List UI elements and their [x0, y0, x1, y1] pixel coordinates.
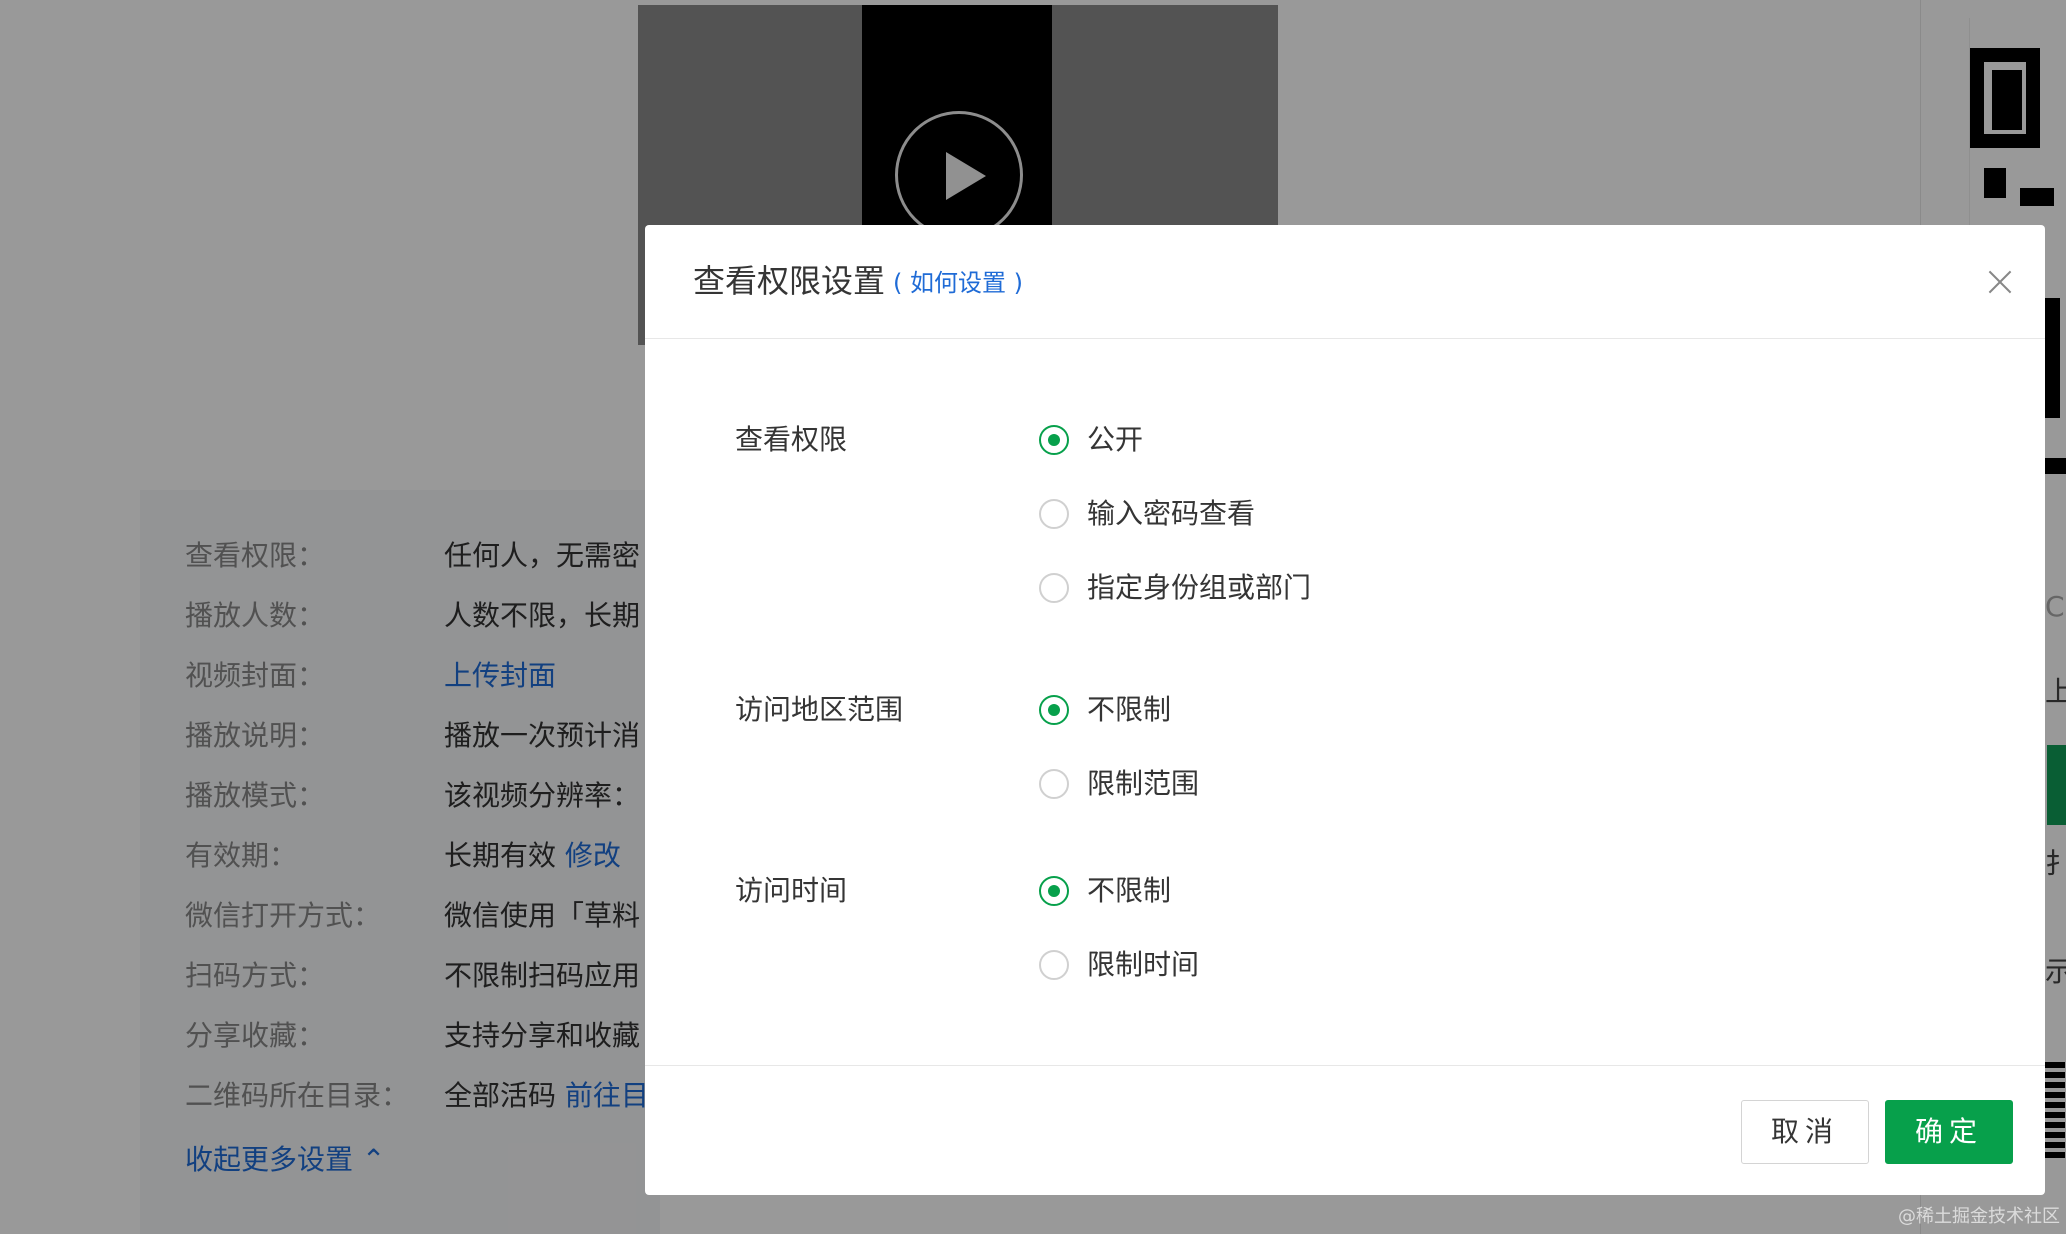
radio-label: 不限制 — [1087, 874, 1172, 907]
radio-region-limited[interactable]: 限制范围 — [1039, 766, 1199, 802]
radio-label: 指定身份组或部门 — [1087, 571, 1312, 604]
radio-label: 限制时间 — [1087, 948, 1200, 981]
dialog-title: 查看权限设置 — [693, 262, 886, 300]
permission-dialog: 查看权限设置 ( 如何设置 ) 查看权限 公开 输入密码查看 指定身份组或部门 … — [645, 225, 2045, 1195]
radio-icon[interactable] — [1039, 499, 1069, 529]
access-time-label: 访问时间 — [735, 874, 848, 907]
radio-region-unlimited[interactable]: 不限制 — [1039, 692, 1171, 728]
region-range-label: 访问地区范围 — [735, 693, 904, 726]
watermark: @稀土掘金技术社区 — [1898, 1206, 2060, 1227]
radio-icon[interactable] — [1039, 769, 1069, 799]
radio-icon[interactable] — [1039, 573, 1069, 603]
radio-icon[interactable] — [1039, 425, 1069, 455]
dialog-header: 查看权限设置 ( 如何设置 ) — [645, 225, 2045, 339]
radio-icon[interactable] — [1039, 876, 1069, 906]
dialog-footer: 取消 确定 — [645, 1065, 2045, 1195]
radio-label: 公开 — [1087, 423, 1144, 456]
radio-public[interactable]: 公开 — [1039, 422, 1143, 458]
cancel-button[interactable]: 取消 — [1741, 1100, 1869, 1164]
radio-label: 限制范围 — [1087, 767, 1200, 800]
view-permission-label: 查看权限 — [735, 423, 848, 456]
close-icon[interactable] — [1987, 269, 2013, 295]
radio-icon[interactable] — [1039, 695, 1069, 725]
radio-time-unlimited[interactable]: 不限制 — [1039, 873, 1171, 909]
radio-identity-group[interactable]: 指定身份组或部门 — [1039, 570, 1311, 606]
radio-time-limited[interactable]: 限制时间 — [1039, 947, 1199, 983]
radio-label: 不限制 — [1087, 693, 1172, 726]
radio-label: 输入密码查看 — [1087, 497, 1256, 530]
how-to-set-link[interactable]: ( 如何设置 ) — [893, 267, 1023, 299]
radio-password[interactable]: 输入密码查看 — [1039, 496, 1255, 532]
radio-icon[interactable] — [1039, 950, 1069, 980]
confirm-button[interactable]: 确定 — [1885, 1100, 2013, 1164]
